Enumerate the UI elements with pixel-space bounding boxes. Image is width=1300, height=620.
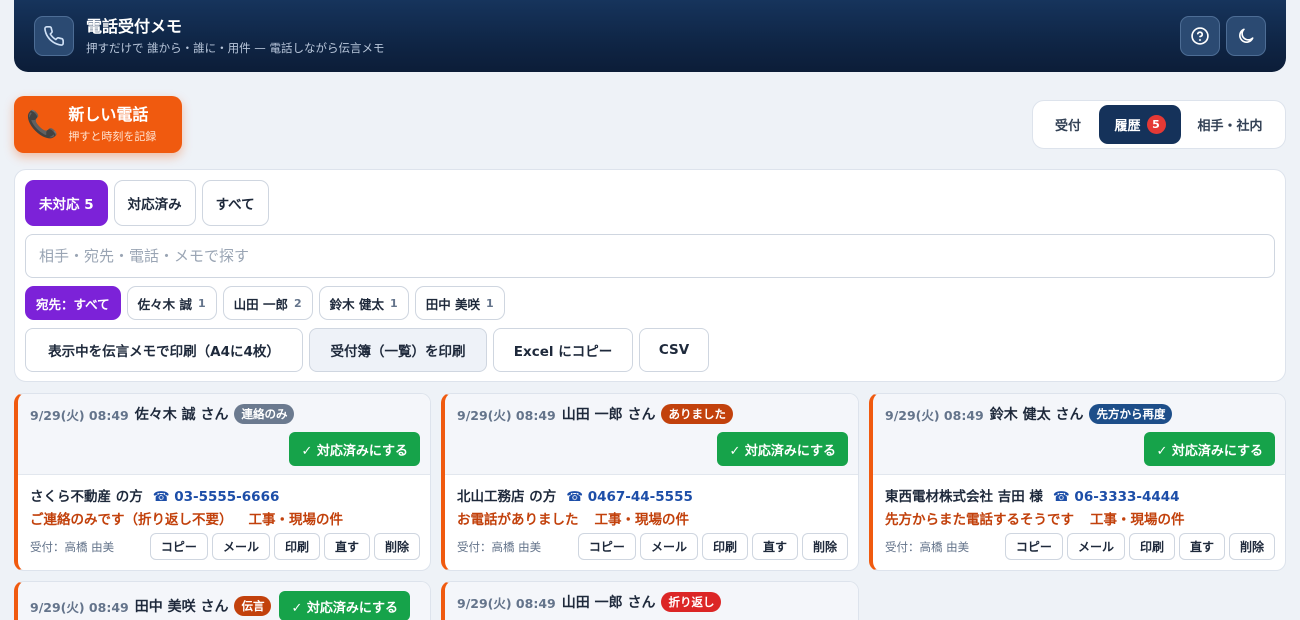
caller-phone[interactable]: ☎ 0467-44-5555 xyxy=(566,489,693,505)
call-recipient: 佐々木 誠 さん xyxy=(134,407,229,423)
call-card: 9/29(火) 08:49 山田 一郎 さん ありました ✓ 対応済みにする 北… xyxy=(441,393,859,571)
copy-button[interactable]: コピー xyxy=(149,533,208,560)
help-button[interactable] xyxy=(1180,16,1220,56)
received-by: 受付：高橋 由美 xyxy=(30,540,115,554)
status-filters: 未対応 5 対応済み すべて xyxy=(25,180,269,226)
received-by: 受付：高橋 由美 xyxy=(885,540,970,554)
status-badge: 折り返し xyxy=(661,592,722,612)
mark-done-button[interactable]: ✓ 対応済みにする xyxy=(279,591,411,620)
call-message: ご連絡のみです（折り返し不要） 工事・現場の件 xyxy=(30,512,344,528)
call-card: 9/29(火) 08:49 鈴木 健太 さん 先方から再度 ✓ 対応済みにする … xyxy=(869,393,1286,571)
print-book-button[interactable]: 受付簿（一覧）を印刷 xyxy=(309,328,487,372)
search-input[interactable] xyxy=(25,234,1275,278)
status-badge: ありました xyxy=(661,404,733,424)
chip-recipient-tanaka[interactable]: 田中 美咲 1 xyxy=(414,286,505,320)
new-call-subtitle: 押すと時刻を記録 xyxy=(68,130,157,143)
export-actions: 表示中を伝言メモで印刷（A4に4枚） 受付簿（一覧）を印刷 Excel にコピー… xyxy=(25,328,709,372)
call-time: 9/29(火) 08:49 xyxy=(885,407,984,423)
chip-recipient-suzuki[interactable]: 鈴木 健太 1 xyxy=(318,286,409,320)
caller: さくら不動産 の方 ☎ 03-5555-6666 xyxy=(30,489,280,505)
theme-toggle-button[interactable] xyxy=(1226,16,1266,56)
tab-contacts[interactable]: 相手・社内 xyxy=(1181,105,1279,144)
filter-pending[interactable]: 未対応 5 xyxy=(25,180,108,226)
new-call-title: 新しい電話 xyxy=(68,105,149,124)
status-badge: 連絡のみ xyxy=(234,404,295,424)
recipient-chips: 宛先：すべて 佐々木 誠1 山田 一郎 2 鈴木 健太 1 田中 美咲 1 xyxy=(25,286,505,320)
print-button[interactable]: 印刷 xyxy=(273,533,320,560)
tab-history[interactable]: 履歴 5 xyxy=(1099,105,1181,144)
delete-button[interactable]: 削除 xyxy=(373,533,420,560)
new-call-button[interactable]: 📞 新しい電話 押すと時刻を記録 xyxy=(14,96,182,153)
delete-button[interactable]: 削除 xyxy=(1228,533,1275,560)
history-count-badge: 5 xyxy=(1146,115,1166,134)
chip-recipient-all[interactable]: 宛先：すべて xyxy=(25,286,121,320)
received-by: 受付：高橋 由美 xyxy=(457,540,542,554)
call-card: 9/29(火) 08:49 佐々木 誠 さん 連絡のみ ✓ 対応済みにする さく… xyxy=(14,393,431,571)
call-recipient: 鈴木 健太 さん xyxy=(989,407,1084,423)
call-topic: 工事・現場の件 xyxy=(248,512,344,528)
copy-button[interactable]: コピー xyxy=(1004,533,1063,560)
call-time: 9/29(火) 08:49 xyxy=(457,595,556,611)
call-recipient: 山田 一郎 さん xyxy=(561,407,656,423)
mark-done-button[interactable]: ✓ 対応済みにする xyxy=(717,432,848,466)
delete-button[interactable]: 削除 xyxy=(801,533,848,560)
call-recipient: 山田 一郎 さん xyxy=(561,595,656,611)
caller: 北山工務店 の方 ☎ 0467-44-5555 xyxy=(457,489,693,505)
tab-reception[interactable]: 受付 xyxy=(1037,105,1099,144)
view-tabs: 受付 履歴 5 相手・社内 xyxy=(1032,100,1286,149)
telephone-icon: 📞 xyxy=(26,109,59,140)
print-button[interactable]: 印刷 xyxy=(1128,533,1175,560)
app-title: 電話受付メモ xyxy=(86,16,183,36)
chip-recipient-sasaki[interactable]: 佐々木 誠1 xyxy=(126,286,217,320)
mark-done-button[interactable]: ✓ 対応済みにする xyxy=(289,432,420,466)
filter-done[interactable]: 対応済み xyxy=(113,180,196,226)
excel-copy-button[interactable]: Excel にコピー xyxy=(493,328,633,372)
call-topic: 工事・現場の件 xyxy=(1090,512,1185,528)
app-subtitle: 押すだけで 誰から・誰に・用件 — 電話しながら伝言メモ xyxy=(86,40,385,55)
caller-phone[interactable]: ☎ 06-3333-4444 xyxy=(1053,489,1180,505)
call-time: 9/29(火) 08:49 xyxy=(30,599,129,615)
print-button[interactable]: 印刷 xyxy=(701,533,748,560)
moon-icon xyxy=(1239,28,1254,43)
phone-icon xyxy=(34,16,74,56)
mail-button[interactable]: メール xyxy=(639,533,698,560)
edit-button[interactable]: 直す xyxy=(1178,533,1225,560)
filter-all[interactable]: すべて xyxy=(201,180,269,226)
chip-recipient-yamada[interactable]: 山田 一郎 2 xyxy=(222,286,313,320)
help-icon xyxy=(1191,27,1209,45)
call-card: 9/29(火) 08:49 山田 一郎 さん 折り返し xyxy=(441,581,859,620)
mail-button[interactable]: メール xyxy=(211,533,270,560)
caller: 東西電材株式会社 吉田 様 ☎ 06-3333-4444 xyxy=(885,489,1180,505)
edit-button[interactable]: 直す xyxy=(323,533,370,560)
call-topic: 工事・現場の件 xyxy=(594,512,690,528)
mail-button[interactable]: メール xyxy=(1066,533,1125,560)
status-badge: 先方から再度 xyxy=(1089,404,1173,424)
call-time: 9/29(火) 08:49 xyxy=(30,407,129,423)
call-recipient: 田中 美咲 さん xyxy=(134,599,229,615)
app-header: 電話受付メモ 押すだけで 誰から・誰に・用件 — 電話しながら伝言メモ xyxy=(14,0,1286,72)
call-card: 9/29(火) 08:49 田中 美咲 さん 伝言 ✓ 対応済みにする xyxy=(14,581,431,620)
copy-button[interactable]: コピー xyxy=(577,533,636,560)
mark-done-button[interactable]: ✓ 対応済みにする xyxy=(1144,432,1275,466)
call-message: お電話がありました 工事・現場の件 xyxy=(457,512,690,528)
edit-button[interactable]: 直す xyxy=(751,533,798,560)
print-memo-button[interactable]: 表示中を伝言メモで印刷（A4に4枚） xyxy=(25,328,303,372)
caller-phone[interactable]: ☎ 03-5555-6666 xyxy=(153,489,280,505)
call-message: 先方からまた電話するそうです 工事・現場の件 xyxy=(885,512,1185,528)
csv-button[interactable]: CSV xyxy=(639,328,709,372)
call-time: 9/29(火) 08:49 xyxy=(457,407,556,423)
status-badge: 伝言 xyxy=(234,596,272,616)
filter-panel: 未対応 5 対応済み すべて 宛先：すべて 佐々木 誠1 山田 一郎2 鈴木 健… xyxy=(14,169,1286,382)
